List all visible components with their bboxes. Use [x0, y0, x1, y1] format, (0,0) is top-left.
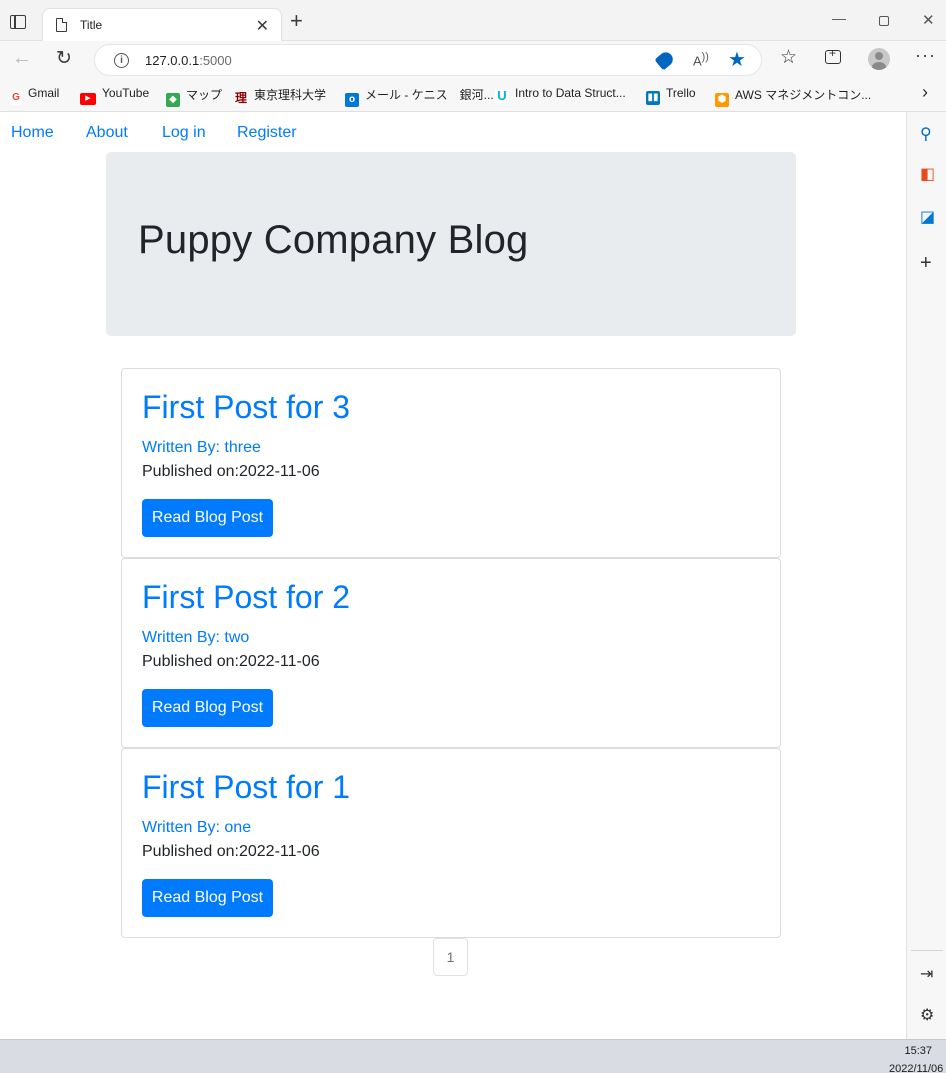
maps-icon: ◆ [166, 93, 180, 107]
search-icon[interactable]: ⚲ [920, 124, 932, 144]
published-date: 2022-11-06 [238, 653, 320, 670]
window-close-icon[interactable]: ✕ [922, 11, 935, 29]
youtube-icon: ▶ [80, 93, 96, 105]
post-author-link[interactable]: Written By: three [142, 439, 261, 457]
bookmark-label: Gmail [28, 86, 60, 100]
tab-title: Title [80, 18, 103, 32]
info-icon[interactable]: i [114, 53, 129, 68]
university-icon: 理 [234, 91, 248, 105]
bookmark-aws[interactable]: ⬢ AWS マネジメントコン... [715, 86, 871, 107]
post-author-link[interactable]: Written By: one [142, 819, 251, 837]
nav-register-link[interactable]: Register [237, 124, 297, 142]
new-tab-icon[interactable]: + [290, 10, 303, 32]
url-port: :5000 [199, 53, 232, 68]
gear-icon[interactable]: ⚙ [920, 1005, 934, 1025]
bookmarks-bar: G Gmail ▶ YouTube ◆ マップ 理東京理科大学 o メール - ケニス … [0, 79, 946, 112]
back-arrow-icon[interactable]: ← [12, 47, 32, 70]
post-card: First Post for 3 Written By: three Publi… [121, 368, 781, 558]
bookmark-youtube[interactable]: ▶ YouTube [80, 86, 149, 105]
bookmark-label: マップ [186, 88, 223, 102]
bookmark-university[interactable]: 理東京理科大学 [234, 86, 326, 105]
bookmark-label: AWS マネジメントコン... [735, 88, 872, 102]
read-blog-post-button[interactable]: Read Blog Post [142, 879, 273, 917]
trello-icon: ▮▮ [646, 91, 660, 105]
office-icon[interactable]: ◧ [920, 164, 935, 184]
clock-time[interactable]: 15:37 [904, 1045, 932, 1057]
published-date: 2022-11-06 [238, 843, 320, 860]
bookmark-outlook[interactable]: o メール - ケニス 銀河... [345, 86, 494, 107]
url-text[interactable]: 127.0.0.1:5000 [145, 53, 232, 68]
bookmark-label: YouTube [102, 86, 150, 100]
post-date: Published on:2022-11-06 [142, 843, 320, 861]
jumbotron: Puppy Company Blog [106, 152, 796, 336]
gmail-icon: G [10, 91, 22, 105]
add-icon[interactable]: + [920, 252, 932, 275]
post-title-link[interactable]: First Post for 1 [142, 769, 350, 806]
browser-tab[interactable]: Title ✕ [42, 8, 282, 42]
maximize-icon[interactable] [879, 16, 889, 26]
bookmark-label: Intro to Data Struct... [515, 86, 626, 100]
address-bar[interactable]: i 127.0.0.1:5000 A)) ★ [94, 44, 762, 76]
minimize-icon[interactable]: — [832, 10, 846, 26]
published-label: Published on: [142, 843, 239, 860]
edge-sidebar: ⚲ ◧ ◪ + ⇥ ⚙ [906, 112, 946, 1039]
page-icon [56, 18, 67, 32]
taskbar: 15:37 2022/11/06 [0, 1039, 946, 1073]
post-title-link[interactable]: First Post for 3 [142, 389, 350, 426]
bookmark-maps[interactable]: ◆ マップ [166, 86, 222, 107]
aws-icon: ⬢ [715, 93, 729, 107]
browser-toolbar: ← ↻ i 127.0.0.1:5000 A)) ★ ☆ ··· [0, 41, 946, 79]
tab-actions-icon[interactable] [10, 15, 26, 29]
sidebar-divider [911, 950, 943, 951]
udacity-icon: U [495, 89, 509, 103]
browser-tab-bar: Title ✕ + — ✕ [0, 0, 946, 42]
favorite-star-icon[interactable]: ★ [728, 47, 746, 72]
post-date: Published on:2022-11-06 [142, 463, 320, 481]
read-aloud-icon[interactable]: A)) [693, 51, 709, 68]
nav-about-link[interactable]: About [86, 124, 128, 142]
bookmark-label: メール - ケニス 銀河... [365, 88, 494, 102]
published-date: 2022-11-06 [238, 463, 320, 480]
post-title-link[interactable]: First Post for 2 [142, 579, 350, 616]
hide-sidebar-icon[interactable]: ⇥ [920, 964, 933, 984]
bookmark-label: Trello [666, 86, 696, 100]
bookmark-label: 東京理科大学 [254, 88, 327, 102]
bookmark-udacity[interactable]: U Intro to Data Struct... [495, 86, 626, 103]
clock-date[interactable]: 2022/11/06 [889, 1063, 943, 1073]
post-date: Published on:2022-11-06 [142, 653, 320, 671]
url-host: 127.0.0.1 [145, 53, 200, 68]
reload-icon[interactable]: ↻ [56, 47, 72, 70]
more-menu-icon[interactable]: ··· [915, 45, 936, 66]
read-blog-post-button[interactable]: Read Blog Post [142, 689, 273, 727]
outlook-icon[interactable]: ◪ [920, 207, 935, 227]
coupon-tag-icon[interactable] [654, 49, 676, 71]
tab-close-icon[interactable]: ✕ [256, 16, 269, 36]
chevron-right-icon[interactable]: › [922, 82, 928, 103]
page-content: Home About Log in Register Puppy Company… [0, 112, 906, 1039]
pagination-page-1[interactable]: 1 [433, 938, 468, 976]
published-label: Published on: [142, 463, 239, 480]
post-card: First Post for 1 Written By: one Publish… [121, 748, 781, 938]
post-card: First Post for 2 Written By: two Publish… [121, 558, 781, 748]
published-label: Published on: [142, 653, 239, 670]
profile-avatar-icon[interactable] [868, 48, 890, 70]
nav-login-link[interactable]: Log in [162, 124, 206, 142]
outlook-icon: o [345, 93, 359, 107]
nav-home-link[interactable]: Home [11, 124, 54, 142]
post-author-link[interactable]: Written By: two [142, 629, 249, 647]
favorites-icon[interactable]: ☆ [780, 46, 797, 69]
bookmark-gmail[interactable]: G Gmail [10, 86, 59, 105]
page-title: Puppy Company Blog [138, 218, 529, 262]
read-blog-post-button[interactable]: Read Blog Post [142, 499, 273, 537]
bookmark-trello[interactable]: ▮▮ Trello [646, 86, 696, 105]
collections-icon[interactable] [825, 46, 841, 64]
